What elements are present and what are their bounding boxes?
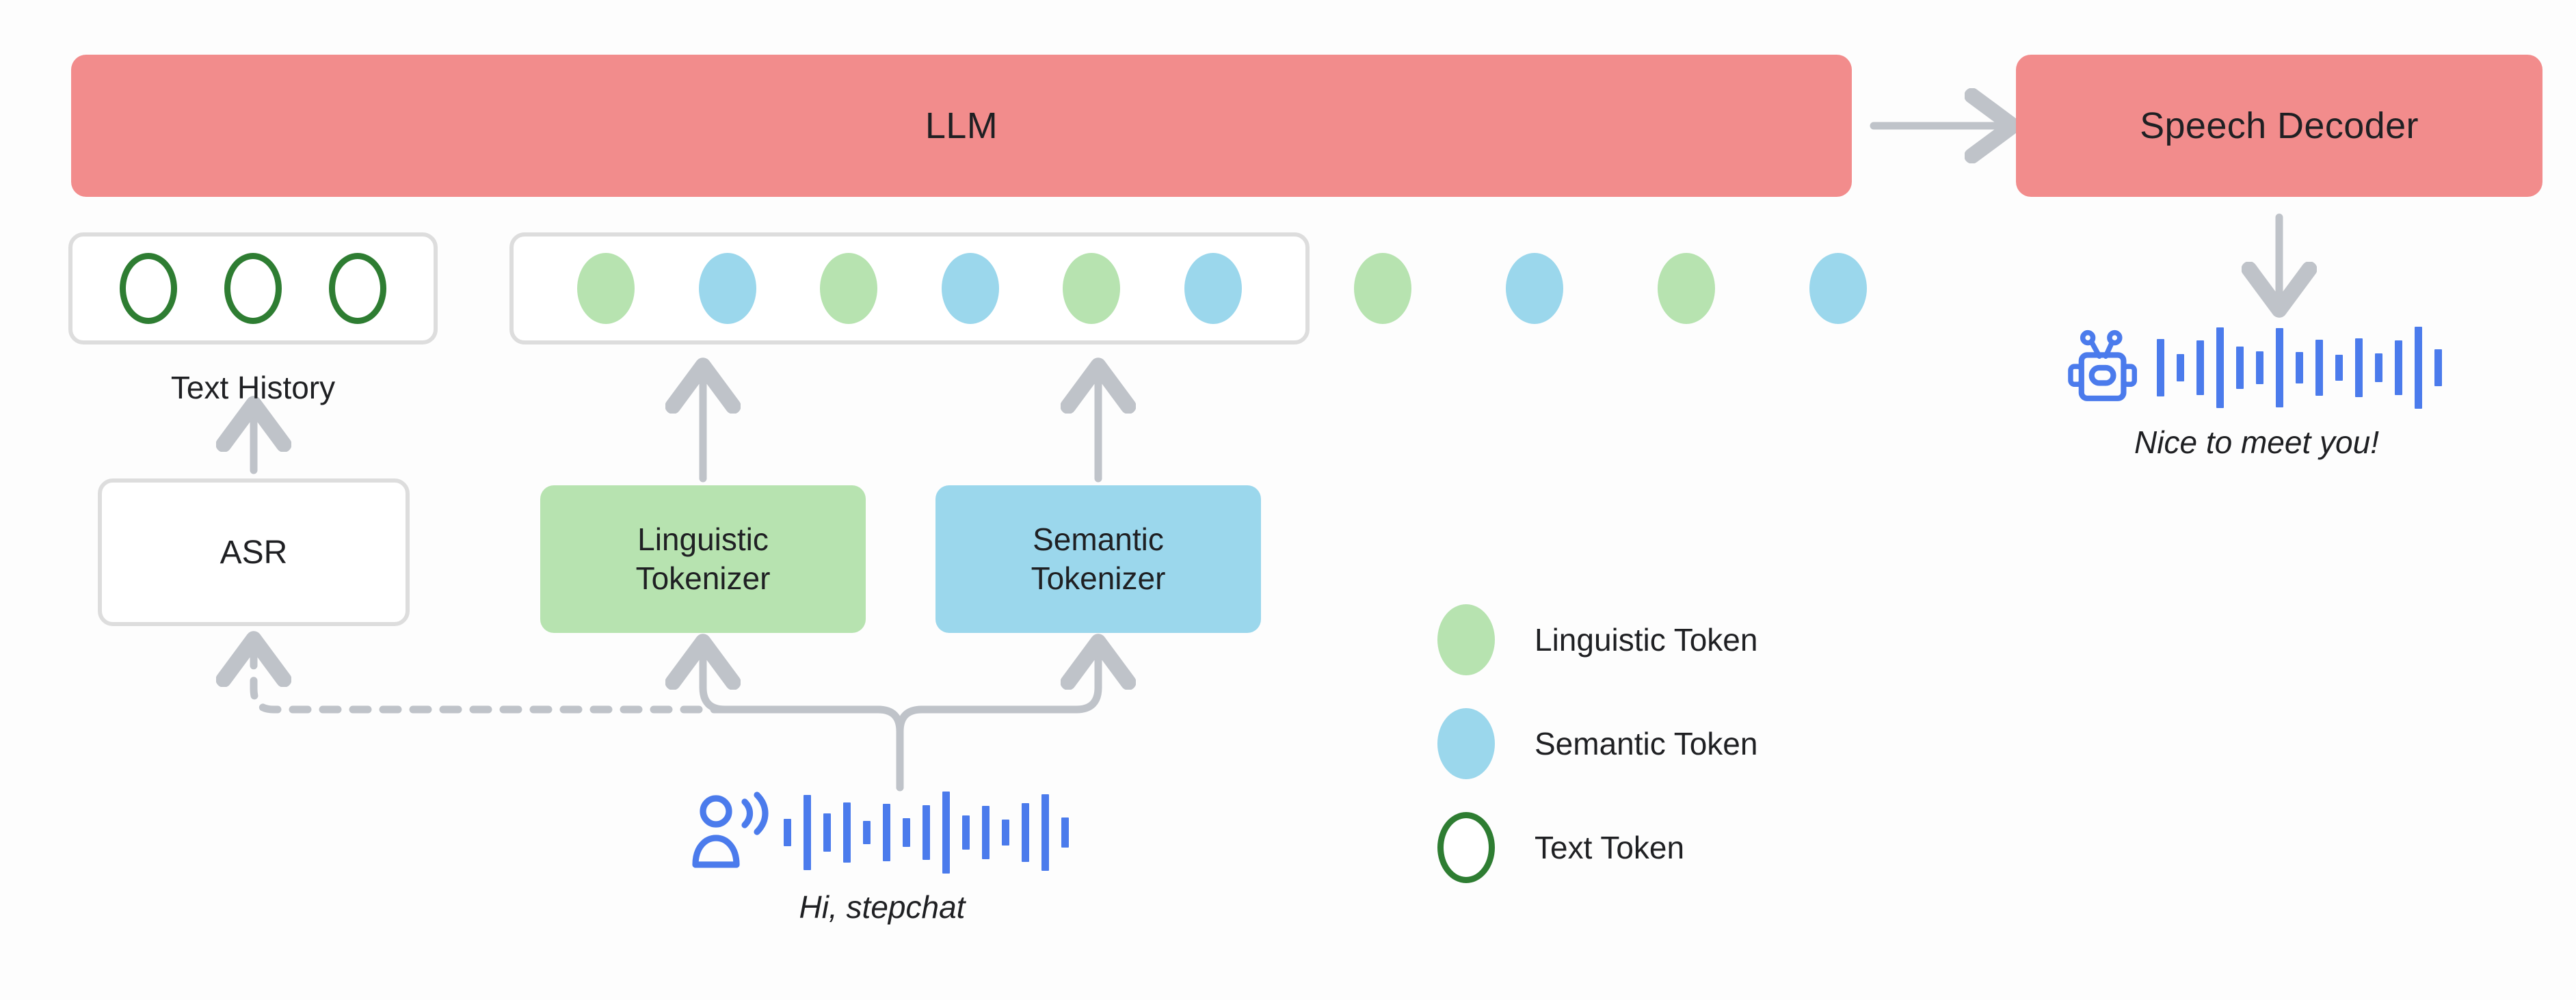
bot-speech-output: Nice to meet you!	[2038, 327, 2475, 461]
semantic-token	[941, 253, 999, 324]
text-token-swatch	[1437, 812, 1495, 883]
waveform-bar	[2394, 340, 2402, 395]
waveform-bar	[2156, 339, 2164, 396]
linguistic-tokenizer-block[interactable]: Linguistic Tokenizer	[540, 485, 866, 633]
linguistic-token-swatch	[1437, 604, 1495, 675]
user-speech-input: Hi, stepchat	[684, 792, 1080, 925]
waveform-bar	[2335, 355, 2343, 381]
waveform-bar	[2315, 340, 2323, 396]
semantic-tokenizer-block[interactable]: Semantic Tokenizer	[935, 485, 1261, 633]
linguistic-token	[1354, 253, 1411, 324]
generated-token-sequence	[1340, 232, 1881, 344]
semantic-tokenizer-label-line2: Tokenizer	[1031, 560, 1166, 596]
bot-speech-row	[2066, 327, 2448, 409]
semantic-tokenizer-label-line1: Semantic	[1033, 521, 1164, 557]
legend-item-linguistic-token: Linguistic Token	[1437, 588, 1757, 692]
person-speaking-icon	[691, 792, 768, 868]
token-sequence-box	[509, 232, 1310, 344]
bot-waveform	[2151, 327, 2448, 409]
asr-block[interactable]: ASR	[98, 478, 410, 626]
user-waveform	[778, 792, 1075, 874]
robot-icon	[2067, 329, 2137, 401]
waveform-bar	[882, 804, 890, 861]
waveform-bar	[2354, 338, 2363, 397]
legend: Linguistic Token Semantic Token Text Tok…	[1437, 588, 1757, 900]
waveform-bar	[2374, 353, 2382, 382]
waveform-bar	[1061, 817, 1069, 848]
legend-label: Linguistic Token	[1535, 622, 1758, 658]
linguistic-tokenizer-label-line2: Tokenizer	[635, 560, 771, 596]
llm-block[interactable]: LLM	[71, 55, 1852, 197]
semantic-token-swatch	[1437, 708, 1495, 779]
text-token	[329, 253, 386, 324]
waveform-bar	[2216, 327, 2224, 408]
text-history-caption: Text History	[170, 370, 336, 405]
waveform-bar	[2434, 349, 2442, 386]
linguistic-token	[577, 253, 635, 324]
waveform-bar	[2255, 351, 2263, 384]
legend-item-semantic-token: Semantic Token	[1437, 692, 1757, 796]
semantic-token	[698, 253, 756, 324]
waveform-bar	[2235, 347, 2244, 389]
text-history-box	[68, 232, 438, 344]
semantic-token	[1809, 253, 1867, 324]
edge-speech-to-asr	[254, 648, 884, 714]
semantic-token	[1506, 253, 1563, 324]
waveform-bar	[823, 813, 831, 852]
linguistic-tokenizer-label-line1: Linguistic	[637, 521, 769, 557]
text-token	[120, 253, 177, 324]
linguistic-token	[1658, 253, 1715, 324]
waveform-bar	[1041, 794, 1049, 871]
speech-decoder-block[interactable]: Speech Decoder	[2016, 55, 2542, 197]
waveform-bar	[942, 792, 950, 874]
diagram-canvas: LLM Speech Decoder Text History ASR Ling…	[0, 0, 2576, 1000]
waveform-bar	[1001, 820, 1009, 846]
waveform-bar	[1021, 803, 1029, 862]
waveform-bar	[961, 815, 970, 850]
user-speech-row	[690, 792, 1075, 874]
semantic-token	[1184, 253, 1242, 324]
waveform-bar	[902, 818, 910, 847]
waveform-bar	[2176, 354, 2184, 381]
bot-transcript: Nice to meet you!	[2134, 424, 2379, 460]
waveform-bar	[922, 805, 930, 860]
waveform-bar	[2414, 327, 2422, 409]
text-token	[224, 253, 282, 324]
linguistic-token	[1063, 253, 1121, 324]
waveform-bar	[2196, 340, 2204, 395]
user-transcript: Hi, stepchat	[799, 889, 966, 925]
linguistic-token	[820, 253, 878, 324]
legend-label: Text Token	[1535, 830, 1685, 865]
waveform-bar	[783, 819, 791, 846]
legend-label: Semantic Token	[1535, 726, 1758, 761]
waveform-bar	[981, 806, 990, 859]
edge-speech-to-tokenizers	[703, 651, 1098, 792]
asr-label: ASR	[220, 534, 288, 571]
waveform-bar	[803, 795, 811, 870]
llm-label: LLM	[925, 105, 998, 146]
waveform-bar	[2295, 352, 2303, 383]
legend-item-text-token: Text Token	[1437, 796, 1757, 900]
waveform-bar	[842, 802, 851, 863]
waveform-bar	[2275, 328, 2283, 407]
waveform-bar	[862, 821, 871, 844]
speech-decoder-label: Speech Decoder	[2140, 105, 2419, 146]
